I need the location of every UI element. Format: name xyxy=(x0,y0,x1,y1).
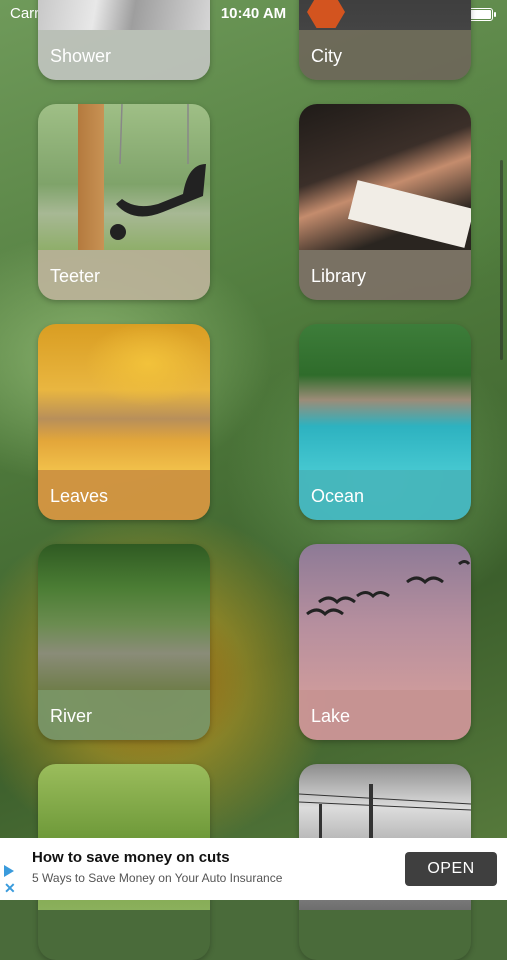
tile-river[interactable]: River xyxy=(38,544,210,740)
tile-leaves[interactable]: Leaves xyxy=(38,324,210,520)
shower-image xyxy=(38,0,210,30)
tile-teeter[interactable]: Teeter xyxy=(38,104,210,300)
city-image xyxy=(299,0,471,30)
tile-label: Library xyxy=(311,266,367,286)
tile-city[interactable]: City xyxy=(299,0,471,80)
ad-close-icon[interactable]: ✕ xyxy=(4,880,16,897)
scrollbar[interactable] xyxy=(500,160,503,360)
tile-label: Shower xyxy=(50,46,112,66)
tile-lake[interactable]: Lake xyxy=(299,544,471,740)
tile-label: Leaves xyxy=(50,486,109,506)
tile-label: River xyxy=(50,706,93,726)
lake-image xyxy=(299,544,471,690)
ad-play-icon[interactable] xyxy=(4,865,14,877)
ad-open-button[interactable]: OPEN xyxy=(405,852,497,886)
teeter-image xyxy=(38,104,210,250)
tile-ocean[interactable]: Ocean xyxy=(299,324,471,520)
library-image xyxy=(299,104,471,250)
tile-label: Teeter xyxy=(50,266,101,286)
tile-label: Lake xyxy=(311,706,351,726)
tile-label: Ocean xyxy=(311,486,365,506)
tile-shower[interactable]: Shower xyxy=(38,0,210,80)
ocean-image xyxy=(299,324,471,470)
ad-banner[interactable]: ✕ How to save money on cuts 5 Ways to Sa… xyxy=(0,838,507,900)
leaves-image xyxy=(38,324,210,470)
tile-library[interactable]: Library xyxy=(299,104,471,300)
river-image xyxy=(38,544,210,690)
ad-subtitle: 5 Ways to Save Money on Your Auto Insura… xyxy=(32,871,283,885)
ad-title: How to save money on cuts xyxy=(32,849,230,866)
tile-label: City xyxy=(311,46,342,66)
